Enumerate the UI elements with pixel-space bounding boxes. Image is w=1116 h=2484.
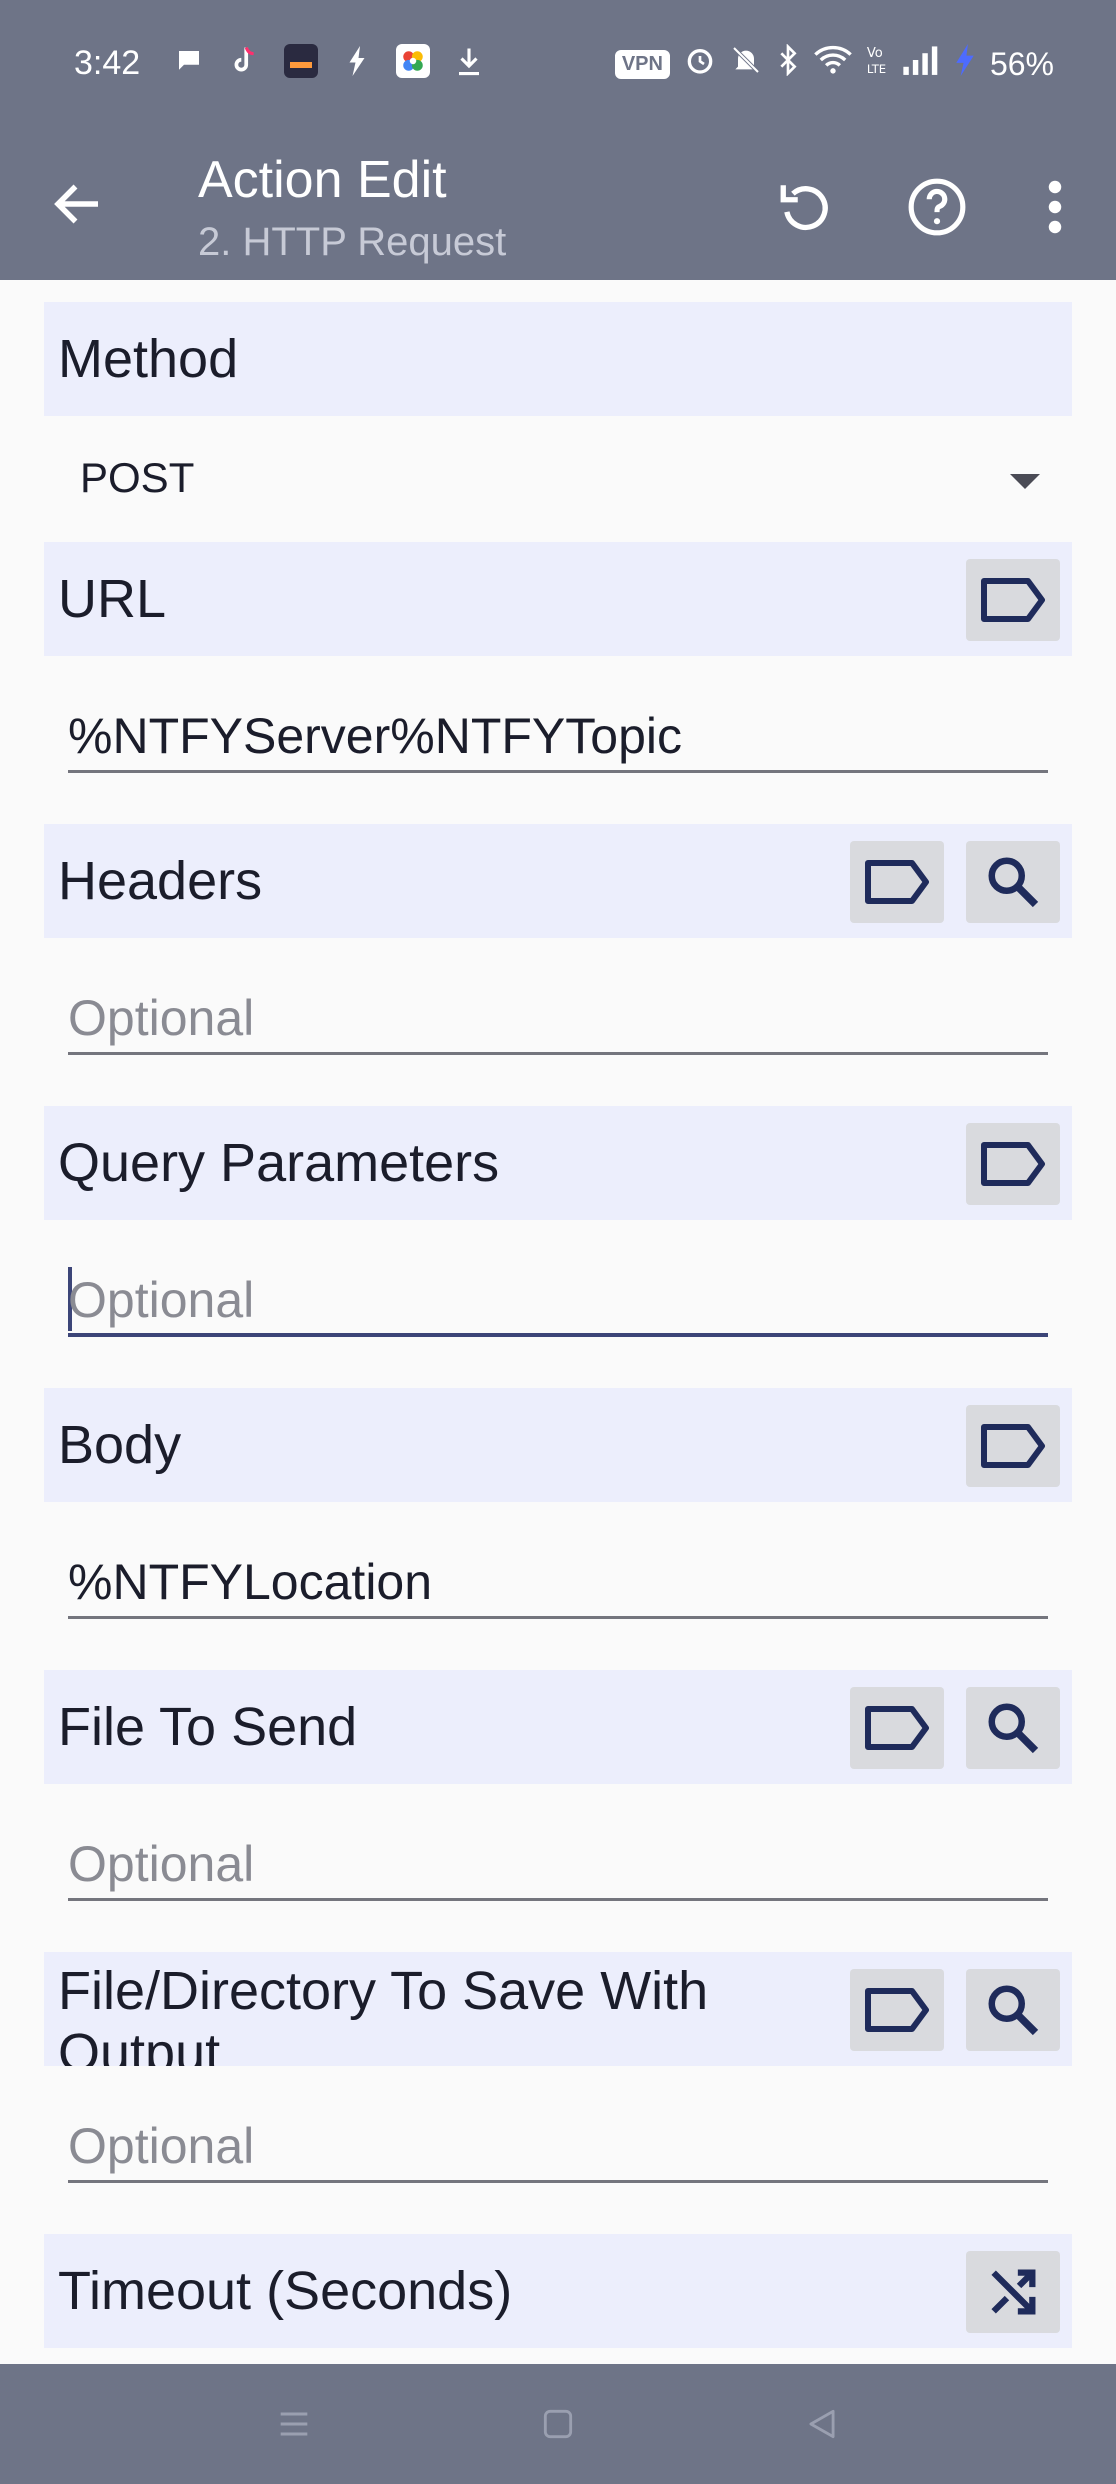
file-save-input[interactable]: Optional <box>68 2103 1048 2183</box>
query-parameters-placeholder: Optional <box>68 1272 255 1328</box>
tag-icon <box>865 1988 929 2032</box>
headers-search-button[interactable] <box>966 841 1060 923</box>
search-icon <box>988 1985 1039 2036</box>
home-button[interactable] <box>536 2402 580 2446</box>
help-button[interactable] <box>906 176 968 238</box>
page-title: Action Edit <box>198 151 447 209</box>
recents-button[interactable] <box>272 2402 316 2446</box>
url-label: URL <box>58 569 167 629</box>
vpn-badge: VPN <box>614 49 670 79</box>
file-to-send-section-header: File To Send <box>44 1670 1072 1784</box>
method-label: Method <box>58 329 239 389</box>
undo-button[interactable] <box>774 176 836 238</box>
back-arrow-icon <box>54 184 98 224</box>
tiktok-icon <box>228 44 262 78</box>
bluetooth-icon <box>776 43 800 84</box>
volte-icon: Vo LTE <box>866 44 888 84</box>
headers-variable-button[interactable] <box>850 841 944 923</box>
search-icon <box>988 857 1039 908</box>
chat-icon <box>172 44 206 78</box>
url-value: %NTFYServer%NTFYTopic <box>68 708 682 764</box>
query-parameters-input[interactable]: Optional <box>68 1257 1048 1337</box>
method-section-header: Method <box>44 302 1072 416</box>
search-icon <box>988 1703 1039 1754</box>
notification-icons <box>172 44 486 78</box>
file-save-variable-button[interactable] <box>850 1969 944 2051</box>
url-variable-button[interactable] <box>966 559 1060 641</box>
mute-icon <box>730 44 762 84</box>
timeout-section-header: Timeout (Seconds) <box>44 2234 1072 2348</box>
file-to-send-label: File To Send <box>58 1697 358 1757</box>
discover-icon <box>284 44 318 78</box>
download-icon <box>452 44 486 78</box>
undo-icon <box>780 185 828 231</box>
file-save-placeholder: Optional <box>68 2118 255 2174</box>
url-input[interactable]: %NTFYServer%NTFYTopic <box>68 693 1048 773</box>
body-variable-button[interactable] <box>966 1405 1060 1487</box>
file-save-search-button[interactable] <box>966 1969 1060 2051</box>
app-bar: Action Edit 2. HTTP Request <box>0 130 1116 280</box>
battery-level: 56% <box>989 45 1054 82</box>
tag-icon <box>865 860 929 904</box>
action-edit-form: Method POST URL %NTFYServer%NTFYTopic He… <box>0 280 1116 2364</box>
home-square-icon <box>543 2409 573 2439</box>
back-triangle-icon <box>809 2409 835 2439</box>
file-save-label: File/Directory To Save With Output <box>58 1961 709 2066</box>
method-dropdown[interactable]: POST <box>80 440 1040 520</box>
back-nav-button[interactable] <box>800 2402 844 2446</box>
more-options-button[interactable] <box>1024 176 1086 238</box>
photos-icon <box>396 44 430 78</box>
tag-icon <box>981 578 1045 622</box>
status-time: 3:42 <box>74 44 141 82</box>
query-parameters-variable-button[interactable] <box>966 1123 1060 1205</box>
query-parameters-label: Query Parameters <box>58 1133 500 1193</box>
alarm-icon <box>684 44 716 84</box>
headers-label: Headers <box>58 851 263 911</box>
page-subtitle: 2. HTTP Request <box>198 220 507 264</box>
charging-icon <box>954 44 976 84</box>
file-to-send-search-button[interactable] <box>966 1687 1060 1769</box>
file-save-section-header: File/Directory To Save With Output <box>44 1952 1072 2066</box>
body-input[interactable]: %NTFYLocation <box>68 1539 1048 1619</box>
signal-icon <box>902 44 940 84</box>
status-bar: 3:42 VPN Vo LTE 56% <box>0 0 1116 130</box>
back-button[interactable] <box>48 174 108 234</box>
more-vert-icon <box>1048 180 1062 234</box>
wifi-icon <box>814 44 852 84</box>
headers-placeholder: Optional <box>68 990 255 1046</box>
body-label: Body <box>58 1415 182 1475</box>
url-section-header: URL <box>44 542 1072 656</box>
svg-text:Vo: Vo <box>867 46 883 61</box>
tag-icon <box>865 1706 929 1750</box>
help-icon <box>908 178 966 236</box>
tag-icon <box>981 1424 1045 1468</box>
svg-text:LTE: LTE <box>867 62 886 76</box>
method-value: POST <box>80 454 195 501</box>
navigation-bar <box>0 2364 1116 2484</box>
timeout-toggle-button[interactable] <box>966 2251 1060 2333</box>
tag-icon <box>981 1142 1045 1186</box>
system-icons: VPN Vo LTE 56% <box>614 43 1054 84</box>
query-parameters-section-header: Query Parameters <box>44 1106 1072 1220</box>
shuffle-icon <box>991 2269 1036 2315</box>
dropdown-arrow-icon <box>1010 474 1040 489</box>
file-to-send-placeholder: Optional <box>68 1836 255 1892</box>
body-section-header: Body <box>44 1388 1072 1502</box>
headers-input[interactable]: Optional <box>68 975 1048 1055</box>
menu-icon <box>280 2412 308 2436</box>
file-to-send-input[interactable]: Optional <box>68 1821 1048 1901</box>
file-to-send-variable-button[interactable] <box>850 1687 944 1769</box>
timeout-label: Timeout (Seconds) <box>58 2261 513 2321</box>
bolt-icon <box>340 44 374 78</box>
headers-section-header: Headers <box>44 824 1072 938</box>
body-value: %NTFYLocation <box>68 1554 433 1610</box>
